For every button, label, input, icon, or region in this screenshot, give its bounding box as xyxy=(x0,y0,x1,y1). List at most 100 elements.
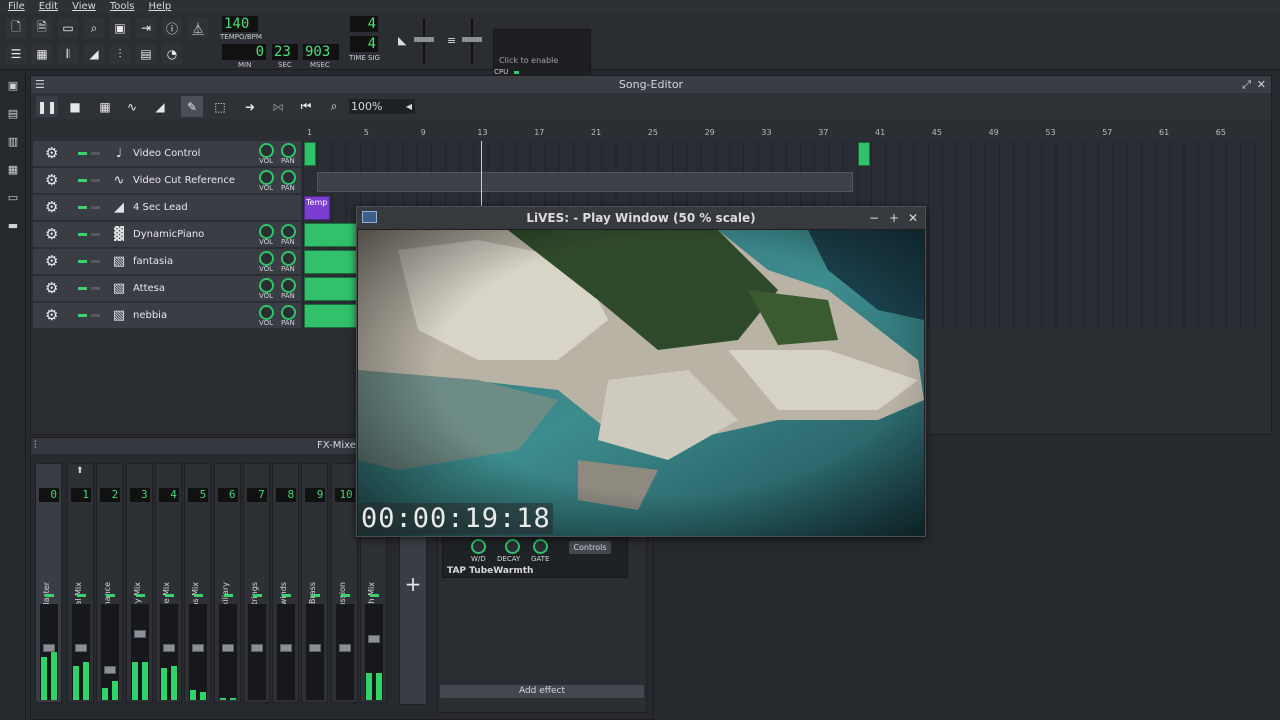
volume-knob[interactable] xyxy=(259,224,274,239)
menu-help[interactable]: Help xyxy=(148,0,171,14)
mixer-channel[interactable]: 7Strings xyxy=(242,463,270,703)
metronome-icon[interactable]: ⏅ xyxy=(188,18,208,38)
auto-scroll-icon[interactable]: ➜ xyxy=(239,96,261,117)
track-row[interactable]: ⚙ ♩ Video Control VOL PAN xyxy=(33,141,301,167)
video-cut-reference-clip[interactable] xyxy=(317,172,853,192)
master-volume-slider[interactable] xyxy=(414,37,434,42)
mixer-channel[interactable]: 0Master xyxy=(35,463,62,703)
minimize-icon[interactable]: − xyxy=(869,207,879,229)
zoom-select[interactable]: 100% ◀ xyxy=(349,99,415,114)
pan-knob[interactable] xyxy=(281,278,296,293)
timeline-ruler[interactable]: 1 5 9 13 17 21 25 29 33 37 41 45 49 53 57 61 65 xyxy=(303,126,1269,140)
mixer-channel[interactable]: 6 Auxiliary xyxy=(213,463,241,703)
channel-fader[interactable] xyxy=(221,643,234,652)
solo-toggle[interactable] xyxy=(91,314,100,317)
solo-toggle[interactable] xyxy=(91,152,100,155)
pan-knob[interactable] xyxy=(281,170,296,185)
gate-knob[interactable] xyxy=(533,539,548,554)
mute-toggle[interactable] xyxy=(78,233,87,236)
channel-mute[interactable] xyxy=(282,594,292,597)
gear-icon[interactable]: ⚙ xyxy=(45,254,58,269)
add-sample-track-icon[interactable]: ∿ xyxy=(121,96,143,117)
gear-icon[interactable]: ⚙ xyxy=(45,146,58,161)
solo-toggle[interactable] xyxy=(91,179,100,182)
stop-icon[interactable]: ■ xyxy=(64,96,86,117)
tempo-display[interactable]: 140 xyxy=(222,16,258,32)
channel-fader[interactable] xyxy=(43,643,55,652)
my-projects-icon[interactable]: ▤ xyxy=(6,108,20,120)
add-automation-track-icon[interactable]: ◢ xyxy=(149,96,171,117)
pan-knob[interactable] xyxy=(281,251,296,266)
solo-toggle[interactable] xyxy=(91,233,100,236)
whats-this-icon[interactable]: ⓘ xyxy=(162,18,182,38)
mixer-channel[interactable]: 2St Enhance xyxy=(96,463,124,703)
wd-knob[interactable] xyxy=(471,539,486,554)
mute-toggle[interactable] xyxy=(78,179,87,182)
channel-mute[interactable] xyxy=(194,594,204,597)
project-notes-icon[interactable]: ▤ xyxy=(136,44,156,64)
mute-toggle[interactable] xyxy=(78,206,87,209)
attesa-clip[interactable] xyxy=(304,277,364,301)
beat-editor-icon[interactable]: ▦ xyxy=(32,44,52,64)
solo-toggle[interactable] xyxy=(91,287,100,290)
my-presets-icon[interactable]: ▦ xyxy=(6,164,20,176)
channel-mute[interactable] xyxy=(223,594,233,597)
edit-mode-icon[interactable]: ⬚ xyxy=(209,96,231,117)
close-icon[interactable]: ✕ xyxy=(908,207,918,229)
track-row[interactable]: ⚙ ▧ Attesa VOL PAN xyxy=(33,276,301,302)
track-row[interactable]: ⚙ ▧ nebbia VOL PAN xyxy=(33,303,301,329)
timesig-numerator[interactable]: 4 xyxy=(350,16,378,32)
gear-icon[interactable]: ⚙ xyxy=(45,173,58,188)
channel-mute[interactable] xyxy=(252,594,262,597)
add-channel-button[interactable]: + xyxy=(399,533,427,705)
maximize-icon[interactable]: ⤢ xyxy=(1242,76,1251,93)
controller-rack-icon[interactable]: ◔ xyxy=(162,44,182,64)
instrument-plugins-icon[interactable]: ▣ xyxy=(6,80,20,92)
gear-icon[interactable]: ⚙ xyxy=(45,281,58,296)
add-beat-track-icon[interactable]: ▦ xyxy=(94,96,116,117)
mixer-channel[interactable]: 5 Ens Mix xyxy=(184,463,212,703)
fantasia-clip[interactable] xyxy=(304,250,364,274)
channel-fader[interactable] xyxy=(309,643,322,652)
channel-fader[interactable] xyxy=(280,643,293,652)
cpu-graph[interactable]: Click to enable CPU xyxy=(493,29,591,78)
volume-knob[interactable] xyxy=(259,251,274,266)
close-icon[interactable]: ✕ xyxy=(1257,76,1266,93)
channel-fader[interactable] xyxy=(133,630,146,639)
fx-mixer-icon[interactable]: ⫶ xyxy=(110,44,130,64)
mute-toggle[interactable] xyxy=(78,287,87,290)
channel-fader[interactable] xyxy=(162,643,175,652)
recent-projects-icon[interactable]: ⌕ xyxy=(84,18,104,38)
mixer-channel[interactable]: 8Woodwinds xyxy=(272,463,300,703)
channel-fader[interactable] xyxy=(368,634,380,643)
video-control-clip-end[interactable] xyxy=(858,142,870,166)
video-control-clip[interactable] xyxy=(304,142,316,166)
volume-knob[interactable] xyxy=(259,278,274,293)
pan-knob[interactable] xyxy=(281,224,296,239)
my-samples-icon[interactable]: ▥ xyxy=(6,136,20,148)
decay-knob[interactable] xyxy=(505,539,520,554)
mute-toggle[interactable] xyxy=(78,314,87,317)
mixer-channel[interactable]: 4Pre Mix xyxy=(154,463,182,703)
pause-icon[interactable]: ❚❚ xyxy=(36,96,58,117)
tempo-automation-clip[interactable]: Temp xyxy=(304,196,330,220)
my-home-icon[interactable]: ▭ xyxy=(6,192,20,204)
maximize-icon[interactable]: + xyxy=(889,207,899,229)
channel-mute[interactable] xyxy=(45,594,54,597)
automation-editor-icon[interactable]: ◢ xyxy=(84,44,104,64)
add-effect-button[interactable]: Add effect xyxy=(440,685,644,698)
controls-button[interactable]: Controls xyxy=(569,541,611,554)
channel-fader[interactable] xyxy=(250,643,263,652)
new-from-template-icon[interactable]: 🗎 xyxy=(32,18,52,38)
loop-points-icon[interactable]: ⋈ xyxy=(267,96,289,117)
save-project-icon[interactable]: ▣ xyxy=(110,18,130,38)
open-project-icon[interactable]: ▭ xyxy=(58,18,78,38)
draw-mode-icon[interactable]: ✎ xyxy=(181,96,203,117)
track-row[interactable]: ⚙ ∿ Video Cut Reference VOL PAN xyxy=(33,168,301,194)
nebbia-clip[interactable] xyxy=(304,304,364,328)
track-row[interactable]: ⚙ ▓ DynamicPiano VOL PAN xyxy=(33,222,301,248)
piano-roll-icon[interactable]: 𝄃 xyxy=(58,44,78,64)
volume-knob[interactable] xyxy=(259,170,274,185)
mixer-channel[interactable]: 9 Brass xyxy=(301,463,329,703)
channel-mute[interactable] xyxy=(77,594,86,597)
